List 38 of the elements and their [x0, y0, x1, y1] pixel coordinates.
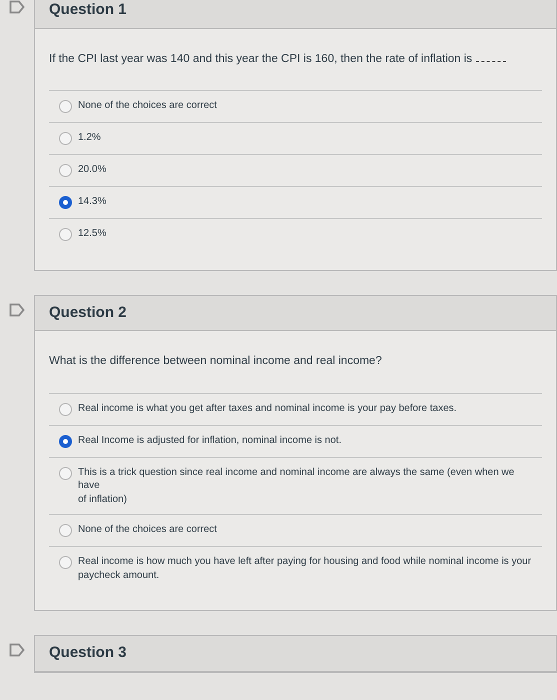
flag-icon[interactable]	[9, 302, 25, 317]
option-label: This is a trick question since real income and nominal income are always the same (even when we have of inflation)	[78, 466, 516, 506]
answer-option[interactable]: 14.3%	[49, 186, 542, 218]
answer-option[interactable]: 1.2%	[49, 122, 542, 154]
answer-option[interactable]: Real Income is adjusted for inflation, nominal income is not.	[49, 424, 542, 456]
question-title: Question 1	[35, 0, 556, 28]
option-label: Real income is how much you have left after paying for housing and food while nominal income is your paycheck amount.	[78, 555, 532, 582]
radio-button[interactable]	[59, 434, 72, 448]
answer-option[interactable]: 12.5%	[49, 218, 542, 250]
radio-button[interactable]	[59, 402, 72, 416]
question-title: Question 2	[35, 296, 556, 332]
question-text: If the CPI last year was 140 and this year the CPI is 160, then the rate of inflation is	[49, 50, 542, 68]
answer-option[interactable]: 20.0%	[49, 154, 542, 186]
answer-option[interactable]: Real income is how much you have left after paying for housing and food while nominal income is your paycheck amount.	[49, 546, 542, 590]
option-label: Real income is what you get after taxes and nominal income is your pay before taxes.	[78, 402, 457, 415]
answer-option[interactable]: None of the choices are correct	[49, 90, 542, 122]
option-label: 14.3%	[78, 194, 106, 208]
radio-button[interactable]	[59, 228, 72, 241]
radio-button[interactable]	[59, 556, 72, 569]
answer-option[interactable]: None of the choices are correct	[49, 514, 542, 546]
radio-button[interactable]	[59, 132, 72, 145]
option-label: Real Income is adjusted for inflation, nominal income is not.	[78, 434, 342, 447]
option-label: None of the choices are correct	[78, 523, 217, 536]
radio-button[interactable]	[59, 196, 72, 209]
option-label: None of the choices are correct	[78, 98, 217, 112]
flag-icon[interactable]	[9, 0, 25, 14]
option-label: 20.0%	[78, 162, 106, 176]
radio-button[interactable]	[59, 164, 72, 177]
answer-option[interactable]: Real income is what you get after taxes and nominal income is your pay before taxes.	[49, 392, 542, 424]
radio-button[interactable]	[59, 466, 72, 480]
radio-button[interactable]	[59, 100, 72, 113]
radio-button[interactable]	[59, 524, 72, 537]
flag-icon[interactable]	[9, 643, 25, 657]
answer-option[interactable]: This is a trick question since real income and nominal income are always the same (even when we have of inflation)	[49, 456, 542, 514]
option-label: 12.5%	[78, 226, 106, 240]
option-label: 1.2%	[78, 130, 101, 144]
question-title: Question 3	[35, 636, 556, 672]
question-text: What is the difference between nominal income and real income?	[49, 354, 383, 370]
